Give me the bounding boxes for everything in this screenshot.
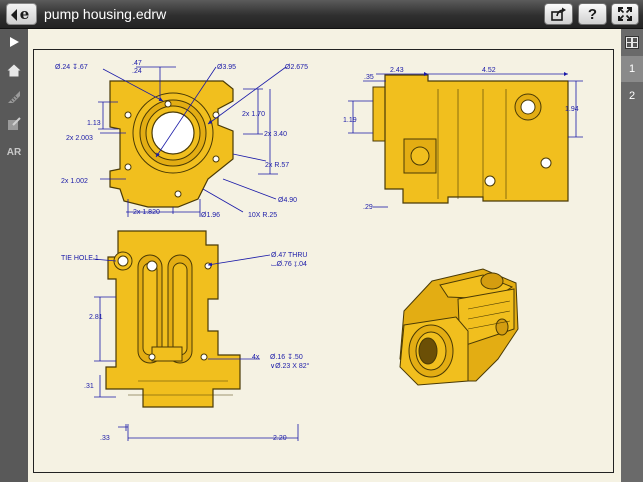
- dim-front-4: Ø2.675: [285, 64, 308, 71]
- dim-front-7: 2x 1.002: [61, 178, 88, 185]
- dim-front-14: 10X R.25: [248, 212, 277, 219]
- sheets-icon: [625, 35, 639, 49]
- title-bar: e pump housing.edrw ?: [0, 0, 643, 29]
- fullscreen-button[interactable]: [611, 3, 639, 25]
- play-button[interactable]: [0, 29, 28, 55]
- dim-bottom-2: ⌴Ø.76 ↧.04: [271, 261, 307, 268]
- sheet-strip: 1 2: [621, 29, 643, 482]
- dim-front-1: .47: [132, 60, 142, 67]
- play-icon: [10, 37, 19, 47]
- front-view: Ø.24 ↧.67 .47 .24 Ø3.95 Ø2.675 1.13 2x 2…: [55, 60, 308, 219]
- side-view: 2.43 4.52 .35 1.94 1.19 .29: [343, 67, 583, 211]
- back-arrow-icon: [11, 9, 17, 21]
- dim-front-0: Ø.24 ↧.67: [55, 63, 88, 71]
- dim-front-12: 2x 1.820: [133, 209, 160, 216]
- document-title: pump housing.edrw: [44, 6, 167, 22]
- back-home-button[interactable]: e: [6, 3, 37, 25]
- measure-button[interactable]: [0, 84, 28, 110]
- fullscreen-icon: [618, 7, 632, 21]
- help-button[interactable]: ?: [578, 3, 607, 25]
- dim-front-8: 2x 1.70: [242, 111, 265, 118]
- dim-bottom-4: 4x: [252, 354, 260, 361]
- dim-bottom-9: 2.20: [273, 435, 287, 442]
- edrawings-viewer: e pump housing.edrw ? AR 1 2 Ø.24 ↧.67 .…: [0, 0, 643, 482]
- dim-bottom-7: .31: [84, 383, 94, 390]
- drawing-views: Ø.24 ↧.67 .47 .24 Ø3.95 Ø2.675 1.13 2x 2…: [55, 60, 583, 442]
- dim-side-2: .35: [364, 74, 374, 81]
- sheet-toggle-button[interactable]: [621, 29, 643, 55]
- isometric-view: [399, 268, 519, 386]
- share-button[interactable]: [544, 3, 573, 25]
- sheet-tab-2[interactable]: 2: [621, 83, 643, 109]
- dim-front-9: 2x 3.40: [264, 131, 287, 138]
- dim-bottom-6: ∨Ø.23 X 82°: [270, 362, 310, 370]
- dim-front-11: Ø4.90: [278, 197, 297, 204]
- markup-icon: [8, 117, 21, 130]
- dim-front-6: 2x 2.003: [66, 135, 93, 142]
- home-icon: [7, 64, 21, 76]
- dim-front-3: Ø3.95: [217, 64, 236, 71]
- home-button[interactable]: [0, 57, 28, 83]
- dim-bottom-3: 2.81: [89, 314, 103, 321]
- bottom-view: TIE HOLE 1 Ø.47 THRU ⌴Ø.76 ↧.04 2.81 4x …: [61, 230, 310, 442]
- dim-bottom-5: Ø.16 ↧.50: [270, 353, 303, 361]
- left-toolbar: AR: [0, 29, 28, 482]
- dim-side-5: .29: [363, 204, 373, 211]
- dim-front-2: .24: [132, 68, 142, 75]
- dim-side-4: 1.19: [343, 117, 357, 124]
- dim-side-0: 2.43: [390, 67, 404, 74]
- dim-bottom-8: .33: [100, 435, 110, 442]
- dim-side-1: 4.52: [482, 67, 496, 74]
- edrawings-logo-icon: e: [19, 5, 30, 23]
- sheet-tab-1[interactable]: 1: [621, 56, 643, 82]
- ar-button[interactable]: AR: [0, 139, 28, 165]
- markup-button[interactable]: [0, 111, 28, 137]
- dim-front-13: Ø1.96: [201, 212, 220, 219]
- dim-side-3: 1.94: [565, 106, 579, 113]
- dim-bottom-1: Ø.47 THRU: [271, 252, 307, 259]
- share-icon: [550, 7, 566, 21]
- dim-bottom-0: TIE HOLE 1: [61, 255, 99, 262]
- dim-front-10: 2x R.57: [265, 162, 289, 169]
- measure-icon: [8, 91, 20, 103]
- dim-front-5: 1.13: [87, 120, 101, 127]
- drawing-canvas[interactable]: Ø.24 ↧.67 .47 .24 Ø3.95 Ø2.675 1.13 2x 2…: [28, 29, 621, 482]
